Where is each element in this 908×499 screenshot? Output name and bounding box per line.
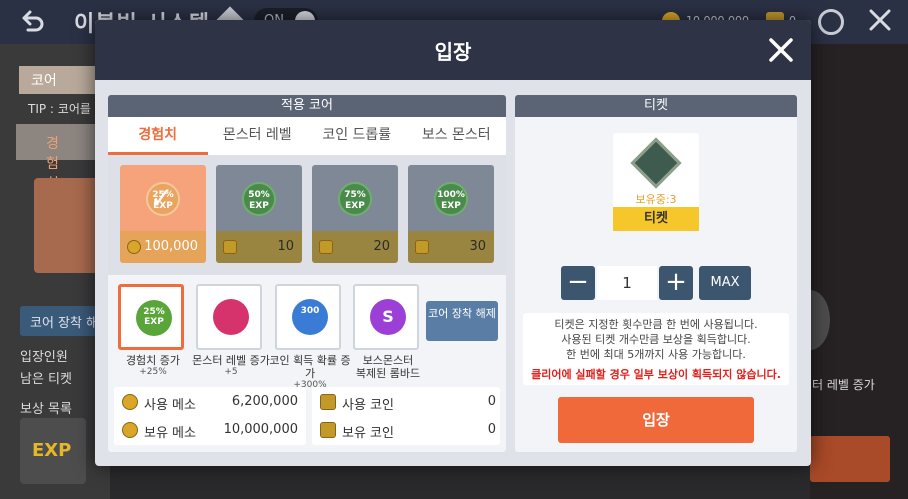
core-sub: +25% [139,367,167,377]
box-icon [223,240,237,254]
meso-icon [122,394,138,410]
core-tabs: 경험치 몬스터 레벨 코인 드롭률 보스 몬스터 [108,117,506,155]
panel-header: 티켓 [515,95,797,117]
used-coin-label: 사용 코인 [342,398,394,413]
core-label: 경험치 증가 [125,354,181,367]
panel-header: 적용 코어 [108,95,506,117]
core-sub: +5 [224,367,238,377]
core-card-bg [34,178,104,273]
core-option-25[interactable]: 25% EXP ✓ 100,000 [120,165,206,263]
decrease-button[interactable]: − [561,266,595,300]
back-icon[interactable] [18,8,46,36]
applied-core-panel: 적용 코어 경험치 몬스터 레벨 코인 드롭률 보스 몬스터 25% EXP ✓ … [108,95,506,452]
box-icon [319,240,333,254]
modal-title: 입장 [434,40,472,64]
entry-modal: 입장 적용 코어 경험치 몬스터 레벨 코인 드롭률 보스 몬스터 25% EX… [95,20,811,466]
equipped-monster-core[interactable]: 몬스터 레벨 증가 +5 [192,284,270,377]
core-cost: 100,000 [144,239,198,254]
reward-list-label: 보상 목록 [20,402,72,417]
used-meso-label: 사용 메소 [144,398,196,413]
equipped-exp-core[interactable]: 25% EXP 경험치 증가 +25% [118,284,188,377]
info-line: 티켓은 지정한 횟수만큼 한 번에 사용됩니다. [554,318,758,331]
core-option-row: 25% EXP ✓ 100,000 50% EXP 10 75% EXP 20 1… [108,155,506,275]
bg-enter-button [810,436,890,482]
core-label: 보스몬스터 [362,354,414,367]
core-option-75[interactable]: 75% EXP 20 [312,165,398,263]
ticket-panel: 티켓 보유중:3 티켓 − + MAX 티켓은 지정한 횟수만큼 한 번에 사용… [515,95,797,452]
core-option-50[interactable]: 50% EXP 10 [216,165,302,263]
core-sub: 복제된 롬바드 [355,367,421,380]
exp-tab[interactable]: 경험치 [16,124,96,192]
coin-icon [127,240,141,254]
info-line: 한 번에 최대 5개까지 사용 가능합니다. [566,348,746,361]
owned-meso-label: 보유 메소 [144,426,196,441]
check-icon: ✓ [150,181,174,214]
ticket-info-box: 티켓은 지정한 횟수만큼 한 번에 사용됩니다. 사용된 티켓 개수만큼 보상을… [523,313,789,385]
right-panel-bg [810,44,908,499]
tip-text: TIP : 코어를 [28,102,91,116]
core-cost: 30 [469,239,486,254]
unequip-core-button[interactable]: 코어 장착 해제 [426,301,498,341]
meso-summary: 사용 메소 6,200,000 보유 메소 10,000,000 [114,387,306,445]
coin-box-icon [320,394,336,410]
core-label: 몬스터 레벨 증가 [192,354,270,367]
settings-icon[interactable] [818,9,844,35]
tab-coin-drop-rate[interactable]: 코인 드롭률 [307,117,407,155]
max-button[interactable]: MAX [699,266,751,300]
entry-count-label: 입장인원 [20,350,68,365]
modal-header: 입장 [95,20,811,80]
monster-core-icon [213,299,249,335]
close-icon[interactable] [767,36,795,64]
box-icon [415,240,429,254]
exp-badge-icon: 100% EXP [434,182,468,216]
info-line: 사용된 티켓 개수만큼 보상을 획득합니다. [561,333,751,346]
monster-level-label: 터 레벨 증가 [812,378,875,392]
tab-monster-level[interactable]: 몬스터 레벨 [208,117,308,155]
ticket-owned: 보유중:3 [635,193,677,206]
equipped-coin-core[interactable]: 300 코인 획득 확률 증가 +300% [269,284,351,390]
owned-coin-label: 보유 코인 [342,426,394,441]
ticket-name: 티켓 [613,207,699,231]
core-cost: 10 [277,239,294,254]
close-icon[interactable] [866,6,894,34]
enter-button[interactable]: 입장 [558,397,754,443]
coin-summary: 사용 코인 0 보유 코인 0 [312,387,500,445]
owned-coin-value: 0 [487,422,496,437]
owned-meso-value: 10,000,000 [223,422,298,437]
tab-exp[interactable]: 경험치 [108,117,208,155]
increase-button[interactable]: + [659,266,693,300]
boss-core-icon: S [370,299,406,335]
exp-reward-label: EXP [32,440,72,461]
core-cost: 20 [373,239,390,254]
coin-box-icon [320,422,336,438]
failure-warning: 클리어에 실패할 경우 일부 보상이 획득되지 않습니다. [531,368,781,381]
exp-badge-icon: 75% EXP [338,182,372,216]
equipped-boss-core[interactable]: S 보스몬스터 복제된 롬바드 [353,284,423,380]
core-label: 코인 획득 확률 증가 [269,354,351,380]
ticket-icon [630,137,682,189]
ticket-quantity-input[interactable] [597,266,657,300]
exp-badge-icon: 50% EXP [242,182,276,216]
coin-core-icon: 300 [292,299,328,335]
core-tab[interactable]: 코어 [19,66,99,94]
exp-core-icon: 25% EXP [136,300,172,336]
remaining-ticket-label: 남은 티켓 [20,372,72,387]
tab-boss-monster[interactable]: 보스 몬스터 [407,117,507,155]
core-option-100[interactable]: 100% EXP 30 [408,165,494,263]
used-coin-value: 0 [487,394,496,409]
meso-icon [122,422,138,438]
ticket-card[interactable]: 보유중:3 티켓 [613,133,699,231]
used-meso-value: 6,200,000 [231,394,298,409]
